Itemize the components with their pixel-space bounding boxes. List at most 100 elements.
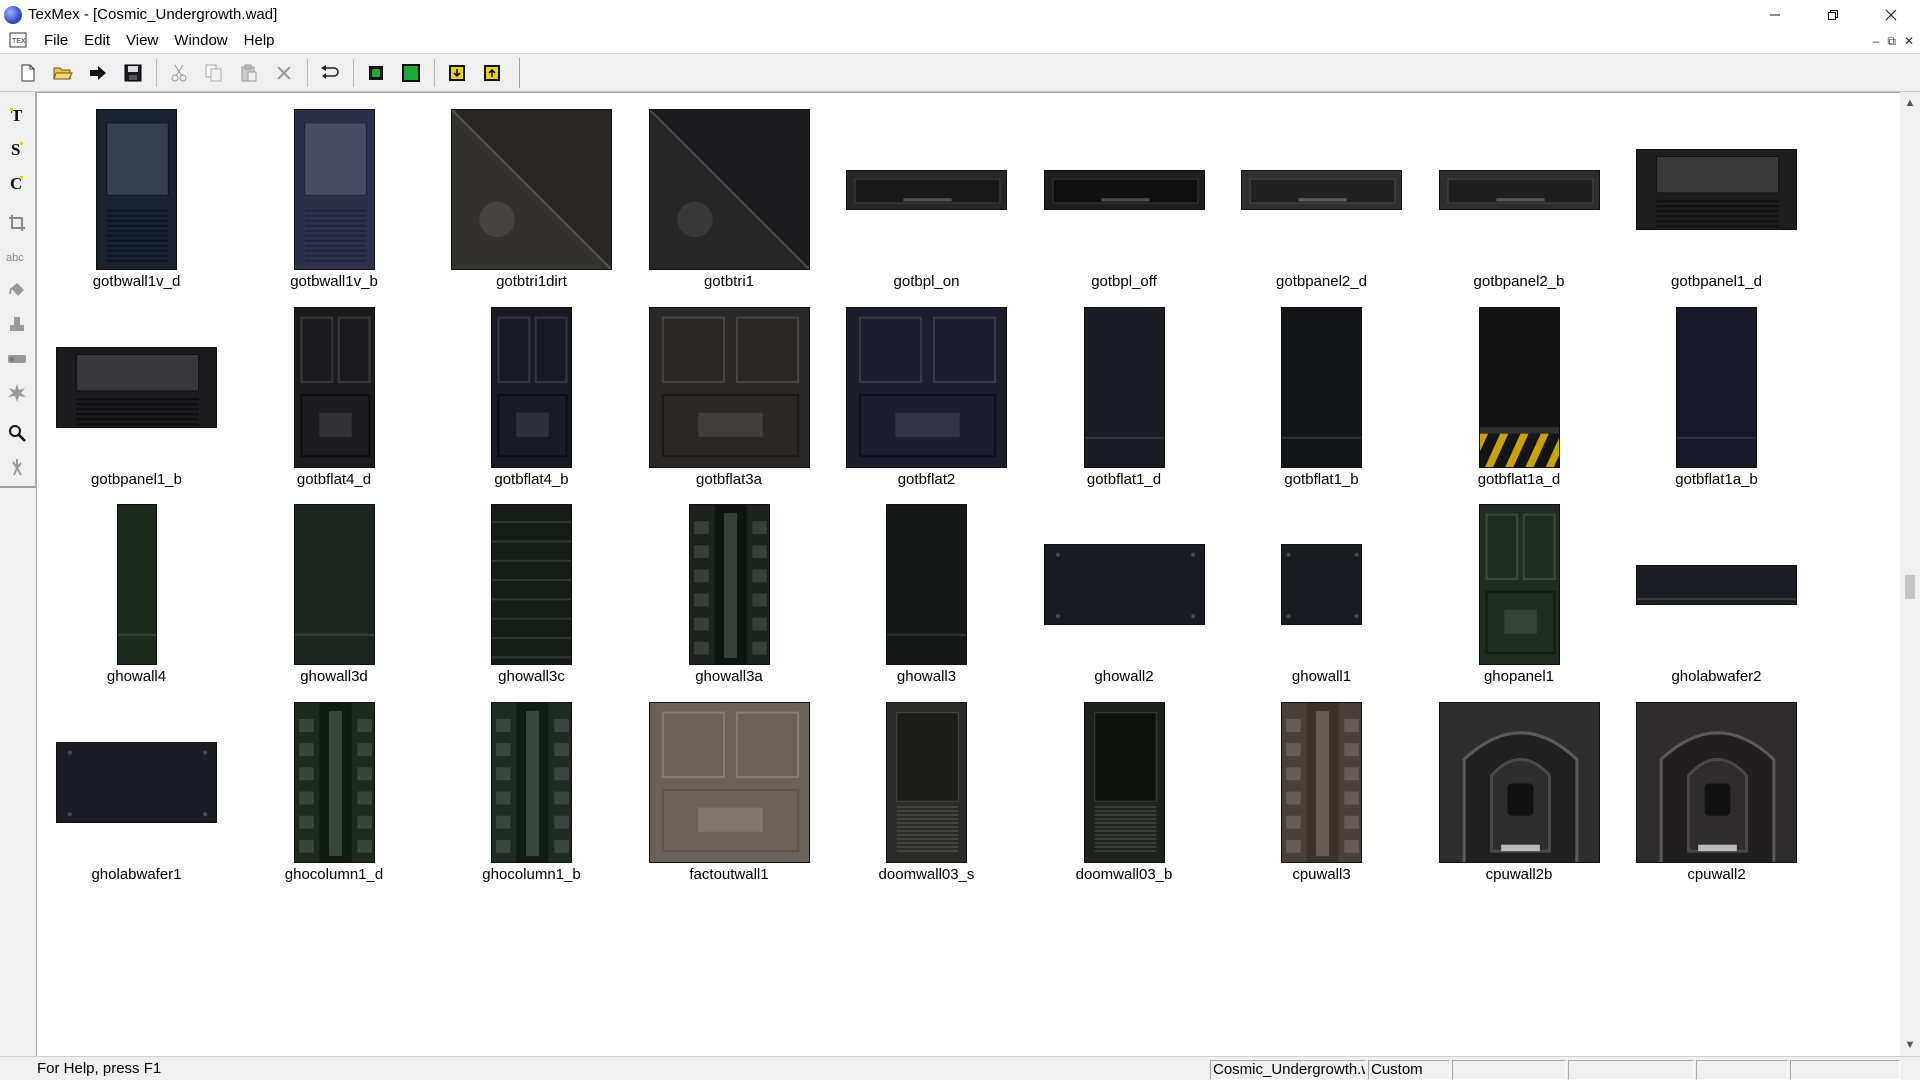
- texture-item[interactable]: ghowall3c: [433, 488, 630, 685]
- texture-thumbnail-frame: [1044, 701, 1205, 863]
- texture-item[interactable]: gotbtri1: [631, 93, 828, 290]
- texture-item[interactable]: ghocolumn1_d: [236, 686, 433, 883]
- fit-button[interactable]: [362, 59, 390, 87]
- forward-button[interactable]: [84, 59, 112, 87]
- texture-item[interactable]: gotbflat3a: [631, 291, 828, 488]
- restore-button[interactable]: [1804, 0, 1862, 29]
- bucket-tool-button[interactable]: [4, 278, 30, 304]
- texture-item[interactable]: gotbpanel2_b: [1421, 93, 1618, 290]
- toolbar-end: [519, 57, 520, 88]
- menu-help[interactable]: Help: [236, 29, 283, 53]
- rotate-tool-button[interactable]: C: [4, 170, 30, 196]
- mdi-restore-button[interactable]: ⧉: [1887, 34, 1896, 49]
- texture-item[interactable]: gotbflat4_d: [236, 291, 433, 488]
- texture-item[interactable]: gotbtri1dirt: [433, 93, 630, 290]
- texture-item[interactable]: gotbflat1_b: [1223, 291, 1420, 488]
- texture-item[interactable]: factoutwall1: [631, 686, 828, 883]
- open-icon: [53, 67, 73, 79]
- close-button[interactable]: [1862, 0, 1920, 29]
- texture-name: gotbflat1a_d: [1477, 470, 1561, 488]
- new-button[interactable]: [14, 59, 42, 87]
- texture-item[interactable]: gotbflat4_b: [433, 291, 630, 488]
- s-tool-button[interactable]: S: [4, 136, 30, 162]
- texture-thumbnail-frame: [56, 109, 217, 270]
- mdi-close-button[interactable]: ✕: [1904, 34, 1914, 48]
- document-icon[interactable]: TEX: [8, 32, 28, 50]
- menu-file[interactable]: File: [36, 29, 76, 53]
- open-button[interactable]: [49, 59, 77, 87]
- tool-palette: T S C abc: [0, 92, 36, 488]
- texture-item[interactable]: gotbpanel1_b: [38, 291, 235, 488]
- texture-item[interactable]: doomwall03_b: [1026, 686, 1223, 883]
- export-button[interactable]: [478, 59, 506, 87]
- texture-item[interactable]: ghocolumn1_b: [433, 686, 630, 883]
- save-button[interactable]: [119, 59, 147, 87]
- texture-thumbnail-frame: [1043, 109, 1205, 270]
- texture-item[interactable]: gotbflat2: [828, 291, 1025, 488]
- texture-thumbnail: [56, 346, 217, 428]
- texture-name: ghowall3d: [300, 668, 368, 685]
- texture-item[interactable]: doomwall03_s: [828, 686, 1025, 883]
- texture-item[interactable]: ghowall3: [828, 488, 1025, 685]
- text-tool-button[interactable]: T: [4, 102, 30, 128]
- texture-name: gotbflat4_d: [296, 470, 372, 488]
- scroll-down-arrow[interactable]: ▼: [1900, 1036, 1920, 1054]
- delete-button[interactable]: [270, 59, 298, 87]
- mdi-minimize-button[interactable]: –: [1873, 34, 1880, 48]
- paste-button[interactable]: [235, 59, 263, 87]
- texture-item[interactable]: gotbpl_on: [828, 93, 1025, 290]
- burst-tool-button[interactable]: [4, 380, 30, 406]
- texture-item[interactable]: gotbflat1a_d: [1421, 291, 1618, 488]
- texture-item[interactable]: gotbpanel1_d: [1618, 93, 1815, 290]
- texture-item[interactable]: gholabwafer2: [1618, 488, 1815, 685]
- fit-large-button[interactable]: [397, 59, 425, 87]
- crop-tool-button[interactable]: [4, 210, 30, 236]
- texture-item[interactable]: gotbwall1v_b: [236, 93, 433, 290]
- abc-tool-icon: abc: [6, 252, 24, 264]
- scroll-up-arrow[interactable]: ▲: [1900, 94, 1920, 112]
- texture-name: ghocolumn1_b: [482, 865, 581, 883]
- texture-thumbnail-frame: [648, 306, 810, 468]
- import-button[interactable]: [443, 59, 471, 87]
- undo-button[interactable]: [316, 59, 344, 87]
- texture-thumbnail: [1043, 544, 1205, 625]
- texture-item[interactable]: cpuwall2b: [1421, 686, 1618, 883]
- texture-grid[interactable]: gotbwall1v_d gotbwall1v_b gotbtri1dirt gotb…: [36, 92, 1900, 1056]
- menu-edit[interactable]: Edit: [76, 29, 118, 53]
- copy-button[interactable]: [200, 59, 228, 87]
- cut-button[interactable]: [165, 59, 193, 87]
- texture-item[interactable]: ghowall3d: [236, 488, 433, 685]
- texture-item[interactable]: gotbwall1v_d: [38, 93, 235, 290]
- texture-item[interactable]: gotbpl_off: [1026, 93, 1223, 290]
- texture-thumbnail: [96, 109, 177, 270]
- texture-item[interactable]: ghowall3a: [631, 488, 828, 685]
- hand-tool-button[interactable]: [4, 454, 30, 480]
- toolbar-separator: [353, 58, 354, 87]
- minimize-button[interactable]: [1746, 0, 1804, 29]
- vertical-scrollbar[interactable]: ▲ ▼: [1900, 92, 1920, 1056]
- texture-thumbnail-frame: [254, 306, 415, 468]
- texture-item[interactable]: cpuwall3: [1223, 686, 1420, 883]
- brush-tool-button[interactable]: [4, 346, 30, 372]
- texture-item[interactable]: ghowall1: [1223, 488, 1420, 685]
- copy-icon: [205, 64, 222, 81]
- texture-thumbnail: [648, 109, 810, 270]
- texture-thumbnail-frame: [1044, 306, 1205, 468]
- texture-item[interactable]: ghopanel1: [1421, 488, 1618, 685]
- close-icon: [1885, 9, 1897, 20]
- texmex-app-icon[interactable]: [4, 5, 22, 24]
- zoom-tool-button[interactable]: [4, 420, 30, 446]
- texture-item[interactable]: gholabwafer1: [38, 686, 235, 883]
- texture-item[interactable]: gotbpanel2_d: [1223, 93, 1420, 290]
- texture-item[interactable]: cpuwall2: [1618, 686, 1815, 883]
- stamp-tool-button[interactable]: [4, 312, 30, 338]
- texture-item[interactable]: gotbflat1a_b: [1618, 291, 1815, 488]
- texture-item[interactable]: ghowall4: [38, 488, 235, 685]
- texture-item[interactable]: ghowall2: [1026, 488, 1223, 685]
- scroll-thumb[interactable]: [1905, 575, 1915, 599]
- menu-window[interactable]: Window: [166, 29, 235, 53]
- texture-item[interactable]: gotbflat1_d: [1026, 291, 1223, 488]
- menu-view[interactable]: View: [118, 29, 166, 53]
- texture-thumbnail-frame: [648, 701, 810, 863]
- abc-tool-button[interactable]: abc: [4, 244, 30, 270]
